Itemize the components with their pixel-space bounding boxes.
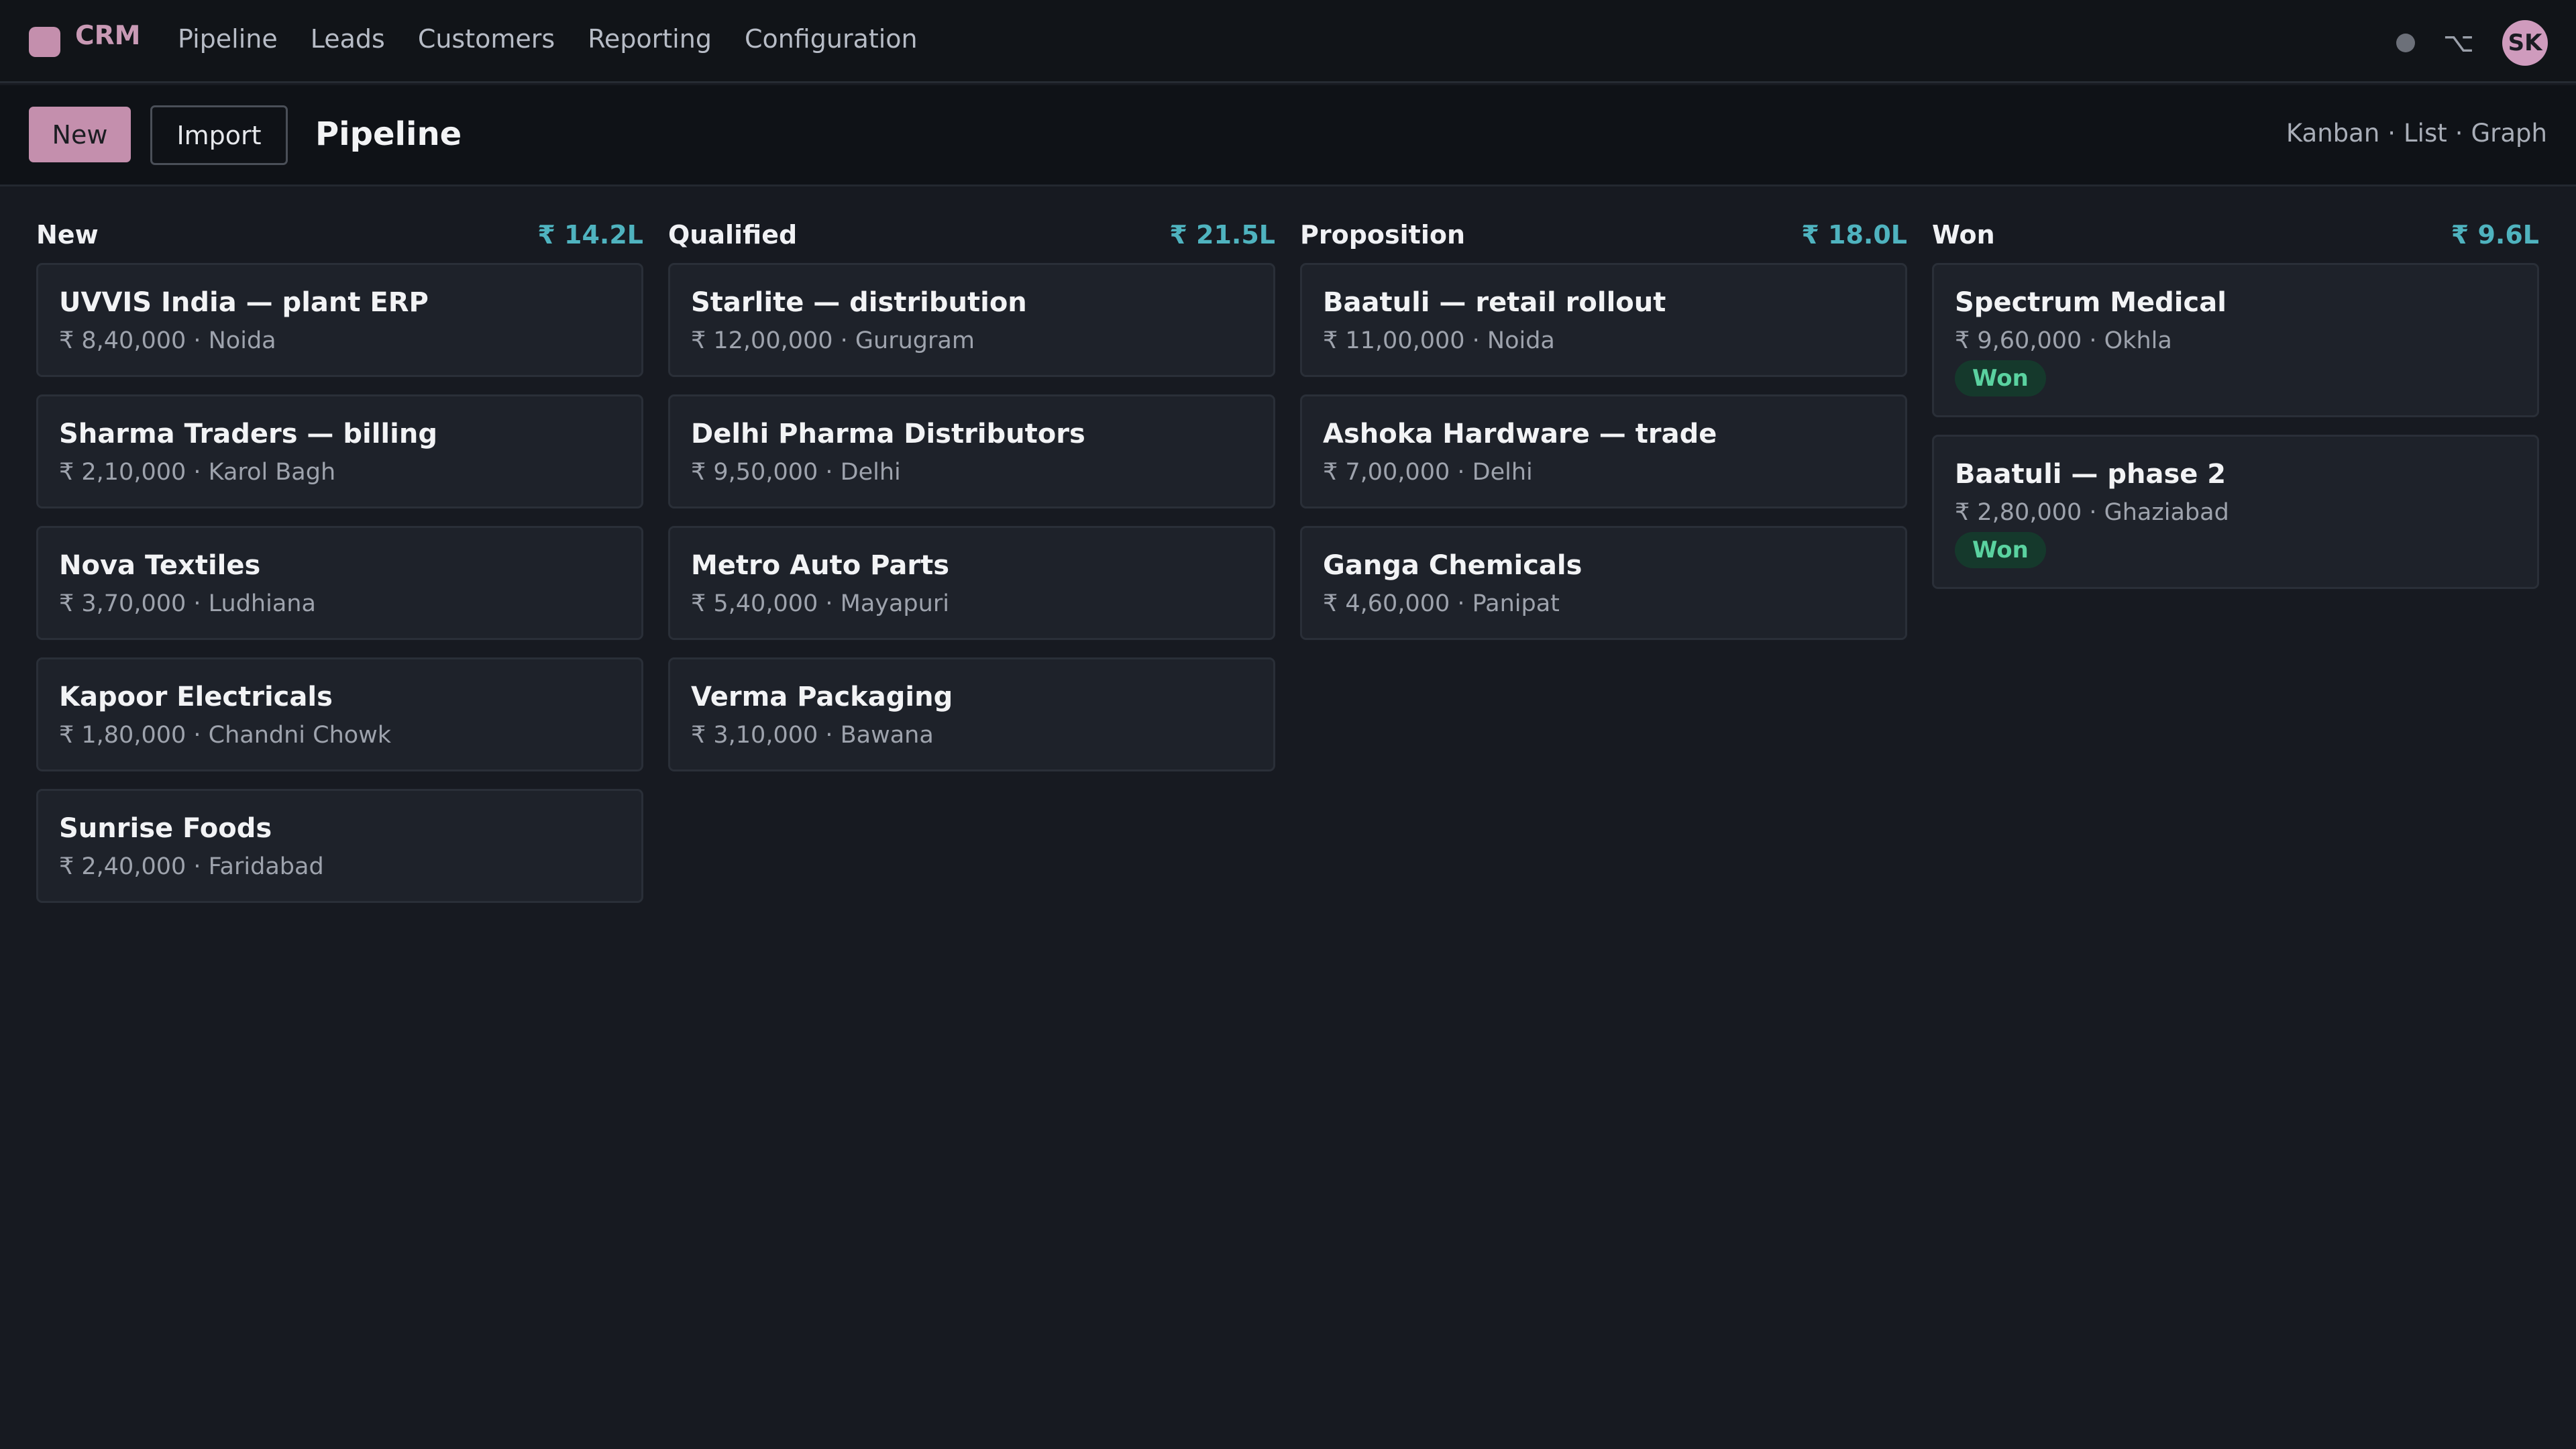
navbar-right: ⌥ SK <box>2396 20 2548 66</box>
option-key-icon[interactable]: ⌥ <box>2443 27 2474 59</box>
view-graph-link[interactable]: Graph <box>2471 117 2548 150</box>
kanban-card[interactable]: Baatuli — phase 2 ₹ 2,80,000 · Ghaziabad… <box>1932 435 2539 589</box>
card-title: Ganga Chemicals <box>1323 550 1582 581</box>
card-meta: ₹ 3,10,000 · Bawana <box>691 722 934 749</box>
menu-item-customers[interactable]: Customers <box>418 23 555 55</box>
card-title: Starlite — distribution <box>691 287 1027 318</box>
main-menu: Pipeline Leads Customers Reporting Confi… <box>178 23 951 55</box>
page-title: Pipeline <box>315 115 462 153</box>
kanban-card[interactable]: UVVIS India — plant ERP ₹ 8,40,000 · Noi… <box>36 263 643 377</box>
won-badge: Won <box>1955 532 2046 568</box>
card-meta: ₹ 1,80,000 · Chandni Chowk <box>59 722 392 749</box>
control-bar: New Import Pipeline Kanban · List · Grap… <box>0 85 2576 186</box>
card-meta: ₹ 8,40,000 · Noida <box>59 327 276 354</box>
kanban-column-won: Won ₹ 9.6L Spectrum Medical ₹ 9,60,000 ·… <box>1932 215 2539 920</box>
card-title: UVVIS India — plant ERP <box>59 287 429 318</box>
card-meta: ₹ 9,60,000 · Okhla <box>1955 327 2172 354</box>
card-title: Ashoka Hardware — trade <box>1323 419 1717 449</box>
menu-item-leads[interactable]: Leads <box>311 23 385 55</box>
card-meta: ₹ 11,00,000 · Noida <box>1323 327 1555 354</box>
card-meta: ₹ 7,00,000 · Delhi <box>1323 459 1533 486</box>
column-total: ₹ 9.6L <box>2451 220 2539 250</box>
kanban-card[interactable]: Sunrise Foods ₹ 2,40,000 · Faridabad <box>36 789 643 903</box>
card-meta: ₹ 12,00,000 · Gurugram <box>691 327 975 354</box>
view-kanban-link[interactable]: Kanban <box>2286 117 2379 150</box>
menu-item-configuration[interactable]: Configuration <box>745 23 918 55</box>
kanban-board: New ₹ 14.2L UVVIS India — plant ERP ₹ 8,… <box>36 215 2539 920</box>
menu-item-reporting[interactable]: Reporting <box>588 23 712 55</box>
column-header: Won ₹ 9.6L <box>1932 215 2539 255</box>
top-navbar: CRM Pipeline Leads Customers Reporting C… <box>0 0 2576 83</box>
column-title: Qualified <box>668 220 798 250</box>
card-title: Sharma Traders — billing <box>59 419 437 449</box>
kanban-card[interactable]: Delhi Pharma Distributors ₹ 9,50,000 · D… <box>668 394 1275 508</box>
app-logo-icon[interactable] <box>29 27 60 57</box>
app-name[interactable]: CRM <box>75 20 140 52</box>
view-list-link[interactable]: List <box>2404 117 2447 150</box>
kanban-card[interactable]: Ganga Chemicals ₹ 4,60,000 · Panipat <box>1300 526 1907 640</box>
card-meta: ₹ 2,80,000 · Ghaziabad <box>1955 499 2229 526</box>
card-title: Kapoor Electricals <box>59 682 333 712</box>
card-title: Verma Packaging <box>691 682 953 712</box>
kanban-card[interactable]: Baatuli — retail rollout ₹ 11,00,000 · N… <box>1300 263 1907 377</box>
kanban-card[interactable]: Nova Textiles ₹ 3,70,000 · Ludhiana <box>36 526 643 640</box>
card-meta: ₹ 5,40,000 · Mayapuri <box>691 590 949 617</box>
won-badge: Won <box>1955 360 2046 396</box>
kanban-card[interactable]: Starlite — distribution ₹ 12,00,000 · Gu… <box>668 263 1275 377</box>
kanban-card[interactable]: Sharma Traders — billing ₹ 2,10,000 · Ka… <box>36 394 643 508</box>
column-header: Qualified ₹ 21.5L <box>668 215 1275 255</box>
kanban-card[interactable]: Metro Auto Parts ₹ 5,40,000 · Mayapuri <box>668 526 1275 640</box>
card-title: Sunrise Foods <box>59 813 272 844</box>
card-title: Baatuli — phase 2 <box>1955 459 2226 490</box>
view-switcher: Kanban · List · Graph <box>2286 117 2547 150</box>
card-title: Nova Textiles <box>59 550 261 581</box>
menu-item-pipeline[interactable]: Pipeline <box>178 23 278 55</box>
column-total: ₹ 18.0L <box>1801 220 1907 250</box>
column-header: Proposition ₹ 18.0L <box>1300 215 1907 255</box>
column-title: Won <box>1932 220 1995 250</box>
card-title: Baatuli — retail rollout <box>1323 287 1666 318</box>
kanban-column-new: New ₹ 14.2L UVVIS India — plant ERP ₹ 8,… <box>36 215 643 920</box>
column-title: Proposition <box>1300 220 1465 250</box>
kanban-column-qualified: Qualified ₹ 21.5L Starlite — distributio… <box>668 215 1275 920</box>
view-separator: · <box>2387 119 2396 148</box>
column-total: ₹ 21.5L <box>1169 220 1275 250</box>
kanban-card[interactable]: Kapoor Electricals ₹ 1,80,000 · Chandni … <box>36 657 643 771</box>
card-meta: ₹ 2,10,000 · Karol Bagh <box>59 459 336 486</box>
kanban-card[interactable]: Verma Packaging ₹ 3,10,000 · Bawana <box>668 657 1275 771</box>
view-separator: · <box>2455 119 2463 148</box>
new-button[interactable]: New <box>29 107 131 162</box>
card-meta: ₹ 9,50,000 · Delhi <box>691 459 901 486</box>
user-avatar[interactable]: SK <box>2502 20 2548 66</box>
kanban-card[interactable]: Spectrum Medical ₹ 9,60,000 · Okhla Won <box>1932 263 2539 417</box>
card-title: Metro Auto Parts <box>691 550 950 581</box>
kanban-card[interactable]: Ashoka Hardware — trade ₹ 7,00,000 · Del… <box>1300 394 1907 508</box>
card-meta: ₹ 2,40,000 · Faridabad <box>59 853 324 880</box>
status-dot-icon[interactable] <box>2396 34 2415 52</box>
kanban-column-proposition: Proposition ₹ 18.0L Baatuli — retail rol… <box>1300 215 1907 920</box>
column-header: New ₹ 14.2L <box>36 215 643 255</box>
card-title: Spectrum Medical <box>1955 287 2226 318</box>
column-total: ₹ 14.2L <box>537 220 643 250</box>
card-title: Delhi Pharma Distributors <box>691 419 1085 449</box>
import-button[interactable]: Import <box>150 105 288 165</box>
card-meta: ₹ 4,60,000 · Panipat <box>1323 590 1560 617</box>
column-title: New <box>36 220 99 250</box>
card-meta: ₹ 3,70,000 · Ludhiana <box>59 590 316 617</box>
